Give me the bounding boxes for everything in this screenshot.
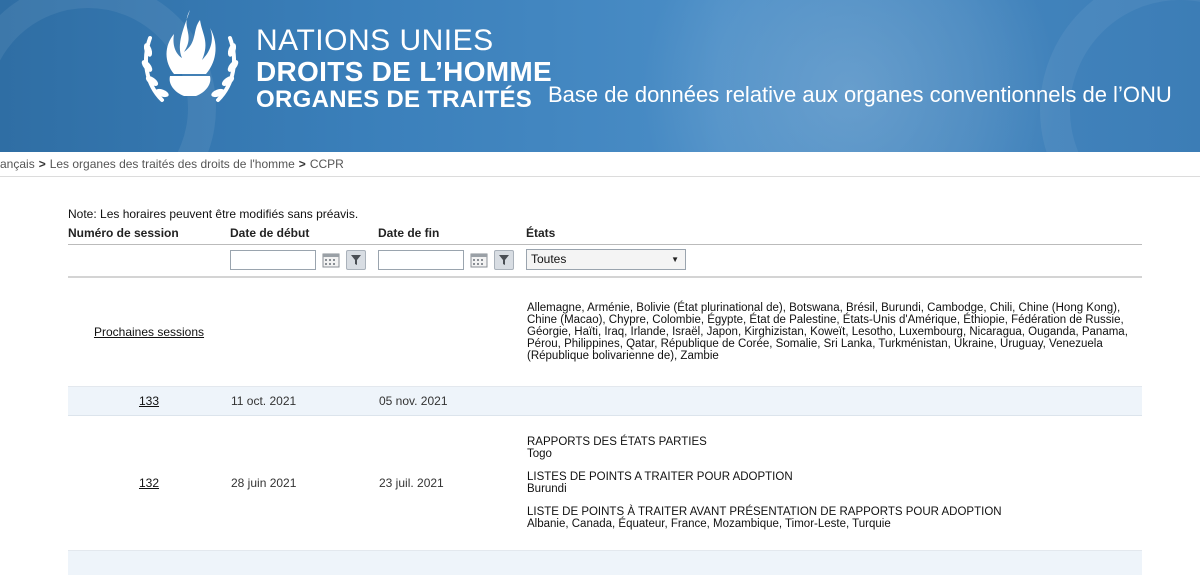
breadcrumb-item-treaty-bodies[interactable]: Les organes des traités des droits de l'… <box>50 157 295 171</box>
org-name-line3: ORGANES DE TRAITÉS <box>256 88 552 112</box>
chevron-down-icon: ▼ <box>671 250 679 269</box>
session-end-date: 23 juil. 2021 <box>378 416 526 551</box>
agenda-section-states: Burundi <box>527 483 1141 495</box>
session-start-date: 28 juin 2021 <box>230 416 378 551</box>
breadcrumb-item-language[interactable]: ançais <box>0 157 35 171</box>
org-name-line1: NATIONS UNIES <box>256 26 552 56</box>
end-date-input[interactable] <box>378 250 464 270</box>
filter-row: Toutes ▼ <box>68 245 1142 278</box>
breadcrumb-separator: > <box>299 157 306 171</box>
column-header-end-date[interactable]: Date de fin <box>378 224 526 245</box>
states-filter: Toutes ▼ <box>526 245 1142 278</box>
agenda-section-states: Albanie, Canada, Équateur, France, Mozam… <box>527 518 1141 530</box>
column-header-states[interactable]: États <box>526 224 1142 245</box>
filter-funnel-icon[interactable] <box>346 250 366 270</box>
sessions-table: Numéro de session Date de début Date de … <box>68 224 1142 575</box>
session-start-date: 11 oct. 2021 <box>230 387 378 416</box>
calendar-icon[interactable] <box>322 252 340 268</box>
filter-funnel-icon[interactable] <box>494 250 514 270</box>
start-date-input[interactable] <box>230 250 316 270</box>
states-select[interactable]: Toutes ▼ <box>526 249 686 270</box>
end-date-filter <box>378 245 526 278</box>
breadcrumb-item-ccpr[interactable]: CCPR <box>310 157 344 171</box>
column-header-session[interactable]: Numéro de session <box>68 224 230 245</box>
states-select-value: Toutes <box>531 252 566 266</box>
session-link[interactable]: 133 <box>139 394 159 408</box>
session-agenda: RAPPORTS DES ÉTATS PARTIES Togo LISTES D… <box>526 416 1142 551</box>
agenda-section-title: LISTES DE POINTS A TRAITER POUR ADOPTION <box>527 471 1141 483</box>
breadcrumb: ançais > Les organes des traités des droit… <box>0 152 1200 177</box>
breadcrumb-separator: > <box>39 157 46 171</box>
upcoming-states-list: Allemagne, Arménie, Bolivie (État plurin… <box>526 277 1142 387</box>
start-date-filter <box>230 245 378 278</box>
agenda-section-title: LISTE DE POINTS À TRAITER AVANT PRÉSENTA… <box>527 506 1141 518</box>
calendar-icon[interactable] <box>470 252 488 268</box>
session-states <box>526 387 1142 416</box>
schedule-note: Note: Les horaires peuvent être modifiés… <box>68 207 1200 221</box>
table-row: 133 11 oct. 2021 05 nov. 2021 <box>68 387 1142 416</box>
un-human-rights-emblem-icon[interactable] <box>140 4 240 116</box>
agenda-section-states: Togo <box>527 448 1141 460</box>
session-end-date: 05 nov. 2021 <box>378 387 526 416</box>
site-banner: NATIONS UNIES DROITS DE L’HOMME ORGANES … <box>0 0 1200 152</box>
table-row-upcoming: Prochaines sessions Allemagne, Arménie, … <box>68 277 1142 387</box>
table-row: 132 28 juin 2021 23 juil. 2021 RAPPORTS … <box>68 416 1142 551</box>
column-header-start-date[interactable]: Date de début <box>230 224 378 245</box>
table-row <box>68 551 1142 575</box>
session-link[interactable]: 132 <box>139 476 159 490</box>
agenda-section-title: RAPPORTS DES ÉTATS PARTIES <box>527 436 1141 448</box>
main-content: Note: Les horaires peuvent être modifiés… <box>0 177 1200 575</box>
org-name-line2: DROITS DE L’HOMME <box>256 58 552 86</box>
organization-name: NATIONS UNIES DROITS DE L’HOMME ORGANES … <box>256 26 552 112</box>
upcoming-sessions-link[interactable]: Prochaines sessions <box>94 325 204 339</box>
table-header-row: Numéro de session Date de début Date de … <box>68 224 1142 245</box>
database-title: Base de données relative aux organes con… <box>548 82 1172 108</box>
